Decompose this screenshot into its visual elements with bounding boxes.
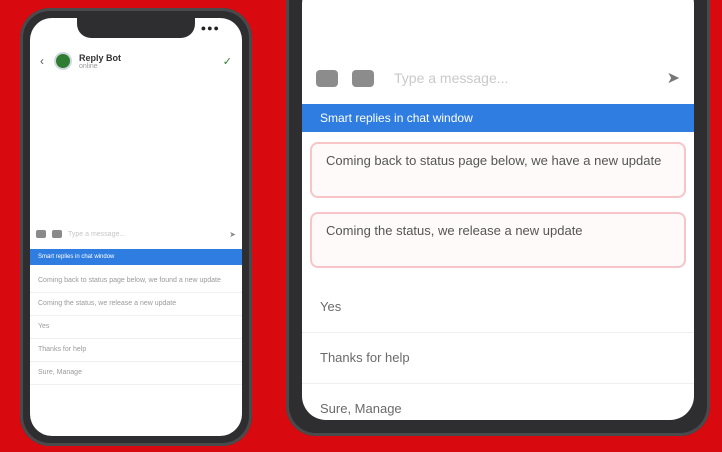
camera-icon[interactable] [36,230,46,238]
message-input[interactable]: Type a message... [388,70,653,86]
send-icon[interactable]: ➤ [667,68,680,88]
message-composer: Type a message... ➤ [302,60,694,96]
list-item[interactable]: Sure, Manage [30,362,242,385]
list-item[interactable]: Thanks for help [30,339,242,362]
camera-icon[interactable] [316,69,338,87]
phone-mockup-small: ●●● ‹ Reply Bot online ✓ Type a message.… [20,8,252,446]
smart-replies-banner: Smart replies in chat window [30,249,242,265]
list-item[interactable]: Coming the status, we release a new upda… [30,293,242,316]
chat-header: ‹ Reply Bot online ✓ [30,44,242,78]
smart-replies-banner: Smart replies in chat window [302,104,694,132]
check-icon[interactable]: ✓ [223,55,232,68]
image-icon[interactable] [352,69,374,87]
phone-screen-large: Type a message... ➤ Smart replies in cha… [302,0,694,420]
avatar[interactable] [54,52,72,70]
contact-info: Reply Bot online [79,53,121,70]
status-indicators: ●●● [200,23,220,33]
message-input[interactable]: Type a message... [68,231,223,238]
list-item[interactable]: Sure, Manage [302,384,694,420]
phone-mockup-large: Type a message... ➤ Smart replies in cha… [286,0,710,436]
list-item[interactable]: Yes [302,282,694,333]
phone-notch [77,18,195,38]
message-composer: Type a message... ➤ [30,224,242,244]
suggested-reply-card[interactable]: Coming the status, we release a new upda… [310,212,686,268]
contact-status: online [79,62,98,70]
list-item[interactable]: Yes [30,316,242,339]
suggested-reply-card[interactable]: Coming back to status page below, we hav… [310,142,686,198]
reply-list: Coming back to status page below, we fou… [30,270,242,385]
phone-screen-small: ●●● ‹ Reply Bot online ✓ Type a message.… [30,18,242,436]
list-item[interactable]: Coming back to status page below, we fou… [30,270,242,293]
contact-name: Reply Bot [79,52,122,63]
image-icon[interactable] [52,230,62,238]
send-icon[interactable]: ➤ [229,230,236,239]
list-item[interactable]: Thanks for help [302,333,694,384]
back-arrow-icon[interactable]: ‹ [36,54,48,68]
